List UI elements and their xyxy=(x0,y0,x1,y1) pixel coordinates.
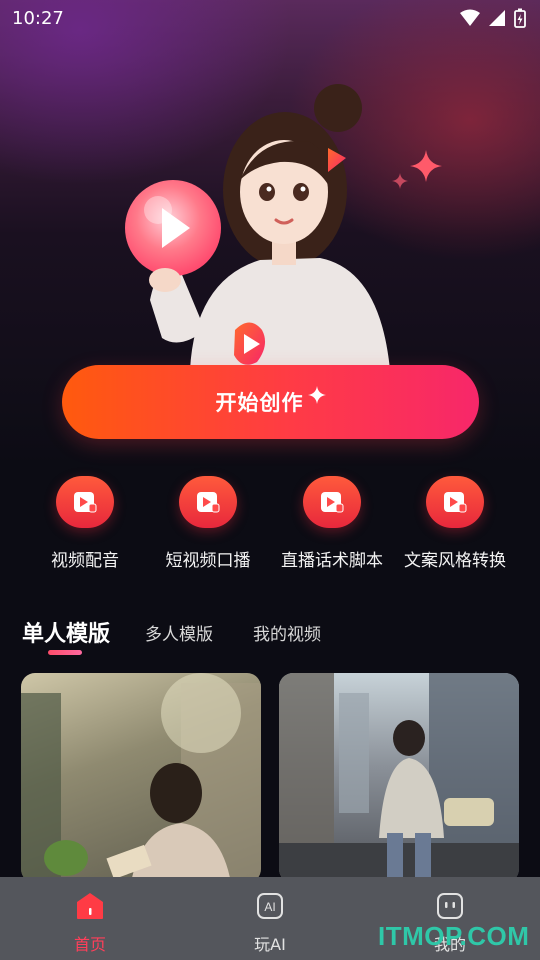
hero-illustration xyxy=(125,84,390,370)
feature-label: 视频配音 xyxy=(51,551,119,571)
template-tabs: 单人模版 多人模版 我的视频 xyxy=(0,612,540,662)
svg-text:AI: AI xyxy=(264,900,275,914)
feature-label: 短视频口播 xyxy=(165,551,251,571)
tab-my-videos[interactable]: 我的视频 xyxy=(253,620,321,645)
tab-single-template[interactable]: 单人模版 xyxy=(22,616,110,648)
feature-short-video[interactable]: 短视频口播 xyxy=(143,476,273,571)
watermark: ITMOP.COM xyxy=(378,921,530,951)
template-card[interactable] xyxy=(279,673,519,883)
sparkle-icon xyxy=(307,386,326,404)
signal-icon xyxy=(489,10,505,26)
home-icon xyxy=(77,893,103,919)
start-creating-button[interactable]: 开始创作 xyxy=(62,365,479,439)
template-card[interactable] xyxy=(21,673,261,883)
sparkle-icon xyxy=(410,150,442,182)
nav-play-ai[interactable]: AI 玩AI xyxy=(230,891,310,955)
feature-copy-style[interactable]: 文案风格转换 xyxy=(390,476,520,571)
status-icons xyxy=(460,8,526,28)
feature-label: 文案风格转换 xyxy=(404,551,506,571)
profile-icon xyxy=(437,893,463,919)
live-script-icon xyxy=(303,476,361,528)
ai-icon: AI xyxy=(257,893,283,919)
nav-label: 玩AI xyxy=(254,935,286,954)
template-thumbnail xyxy=(279,673,519,883)
start-creating-label: 开始创作 xyxy=(215,391,304,415)
nav-label: 首页 xyxy=(73,935,106,954)
video-voice-icon xyxy=(56,476,114,528)
status-bar: 10:27 xyxy=(0,0,540,36)
feature-live-script[interactable]: 直播话术脚本 xyxy=(267,476,397,571)
feature-video-voice[interactable]: 视频配音 xyxy=(20,476,150,571)
feature-label: 直播话术脚本 xyxy=(281,551,383,571)
wifi-icon xyxy=(460,9,480,26)
short-video-icon xyxy=(179,476,237,528)
status-time: 10:27 xyxy=(12,8,64,29)
tab-multi-template[interactable]: 多人模版 xyxy=(145,620,213,645)
nav-home[interactable]: 首页 xyxy=(50,891,130,955)
feature-shortcuts: 视频配音 短视频口播 直播话术脚本 文案风格转换 xyxy=(0,476,540,576)
tab-indicator xyxy=(48,650,82,655)
sparkle-small-icon xyxy=(392,173,408,189)
battery-icon xyxy=(514,8,526,28)
copy-style-icon xyxy=(426,476,484,528)
template-thumbnail xyxy=(21,673,261,883)
